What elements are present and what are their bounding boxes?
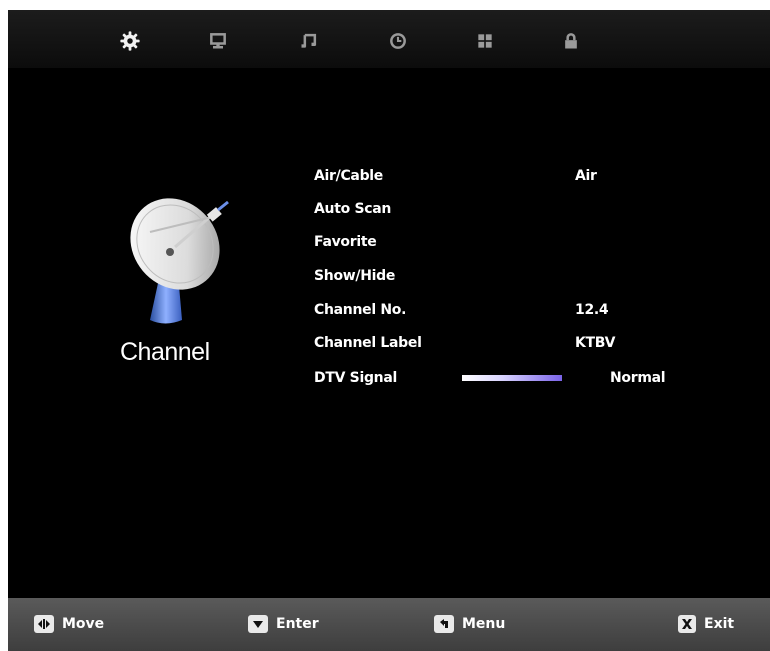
exit-icon bbox=[678, 615, 696, 633]
channel-no-label: Channel No. bbox=[314, 302, 407, 318]
hint-enter: Enter bbox=[248, 614, 319, 634]
hint-exit-label: Exit bbox=[704, 616, 735, 632]
channel-no-value: 12.4 bbox=[575, 302, 609, 318]
channel-label-label: Channel Label bbox=[314, 335, 422, 351]
satellite-dish-icon bbox=[130, 198, 229, 324]
hint-menu: Menu bbox=[434, 614, 505, 634]
auto-scan-label: Auto Scan bbox=[314, 201, 392, 217]
return-arrow-icon bbox=[434, 615, 454, 633]
show-hide-label: Show/Hide bbox=[314, 268, 396, 284]
hint-enter-label: Enter bbox=[276, 616, 319, 632]
menu-item-channel-label[interactable]: Channel Label KTBV bbox=[314, 335, 694, 357]
tab-picture[interactable] bbox=[205, 28, 231, 54]
section-title: Channel bbox=[120, 338, 210, 366]
clock-icon bbox=[390, 33, 406, 49]
tab-time[interactable] bbox=[385, 28, 411, 54]
tab-channel[interactable] bbox=[117, 28, 143, 54]
left-right-arrows-icon bbox=[34, 615, 54, 633]
menu-item-auto-scan[interactable]: Auto Scan bbox=[314, 201, 694, 223]
hint-move-label: Move bbox=[62, 616, 105, 632]
menu-tab-bar bbox=[8, 10, 770, 68]
hint-menu-label: Menu bbox=[462, 616, 506, 632]
grid-icon bbox=[478, 34, 492, 48]
air-cable-value: Air bbox=[575, 168, 597, 184]
gear-icon bbox=[120, 31, 140, 51]
menu-item-dtv-signal[interactable]: DTV Signal Normal bbox=[314, 370, 694, 392]
lock-icon bbox=[565, 33, 577, 49]
tab-sound[interactable] bbox=[296, 28, 322, 54]
menu-item-air-cable[interactable]: Air/Cable Air bbox=[314, 168, 694, 190]
signal-strength-bar bbox=[462, 375, 562, 381]
favorite-label: Favorite bbox=[314, 234, 377, 250]
air-cable-label: Air/Cable bbox=[314, 168, 383, 184]
dtv-signal-label: DTV Signal bbox=[314, 370, 397, 386]
menu-item-show-hide[interactable]: Show/Hide bbox=[314, 268, 694, 290]
tab-lock[interactable] bbox=[558, 28, 584, 54]
menu-item-favorite[interactable]: Favorite bbox=[314, 234, 694, 256]
dtv-signal-value: Normal bbox=[610, 370, 666, 386]
hint-exit: Exit bbox=[678, 614, 734, 634]
channel-label-value: KTBV bbox=[575, 335, 616, 351]
menu-item-channel-no[interactable]: Channel No. 12.4 bbox=[314, 302, 694, 324]
footer-hint-bar: Move Enter Menu Exit bbox=[8, 598, 770, 651]
monitor-icon bbox=[210, 33, 226, 49]
hint-move: Move bbox=[34, 614, 104, 634]
down-arrow-icon bbox=[248, 615, 268, 633]
tv-menu-screen: Channel Air/Cable Air Auto Scan Favorite… bbox=[8, 10, 770, 651]
music-note-icon bbox=[301, 33, 317, 48]
tab-setup[interactable] bbox=[472, 28, 498, 54]
